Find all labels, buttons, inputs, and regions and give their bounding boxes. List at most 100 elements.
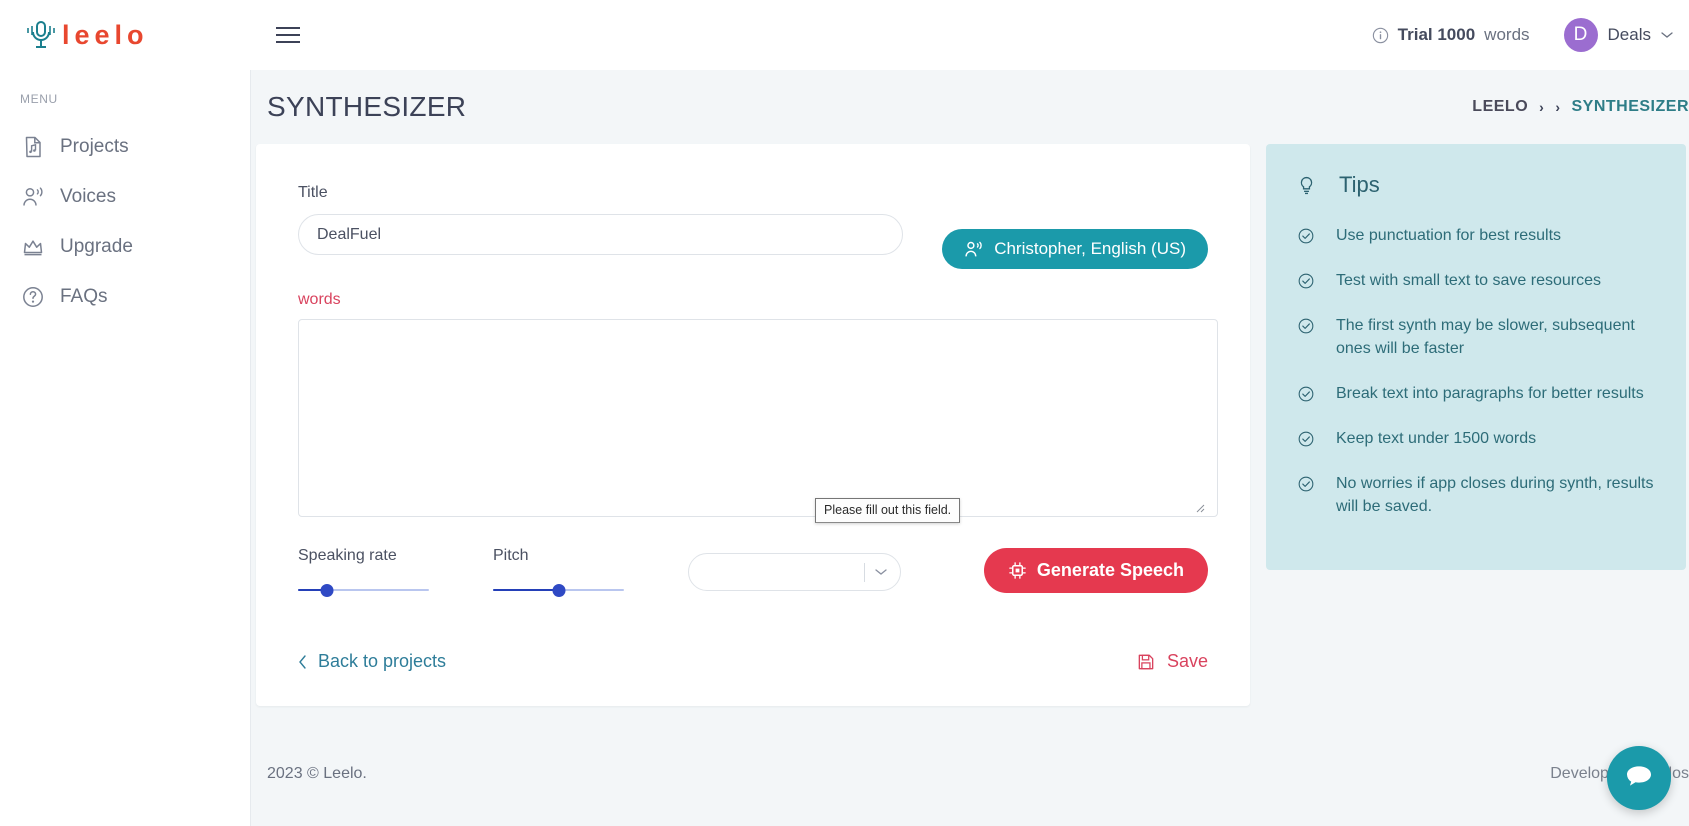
logo[interactable]: leelo	[0, 0, 250, 70]
tip-item: Keep text under 1500 words	[1292, 427, 1660, 450]
chevron-left-icon	[299, 654, 306, 669]
hamburger-menu-icon[interactable]	[266, 13, 310, 57]
words-label: words	[298, 291, 341, 308]
chip-icon	[1009, 562, 1026, 579]
breadcrumb-separator-icon: ›	[1555, 99, 1561, 115]
crown-icon	[23, 240, 43, 256]
page-footer: 2023 © Leelo. Developed by …los	[250, 722, 1689, 826]
chat-bubble-button[interactable]	[1607, 746, 1671, 810]
tip-item: The first synth may be slower, subsequen…	[1292, 314, 1660, 360]
back-to-projects-label: Back to projects	[318, 651, 447, 671]
slider-thumb[interactable]	[320, 584, 334, 597]
sidebar-item-label: Upgrade	[60, 236, 133, 257]
save-icon	[1138, 654, 1154, 669]
tips-header: Tips	[1292, 172, 1660, 198]
check-circle-icon	[1298, 228, 1314, 244]
sidebar-item-upgrade[interactable]: Upgrade	[0, 222, 250, 272]
content-row: Title Christopher, English (US) words	[251, 144, 1689, 706]
page-header: SYNTHESIZER LEELO › › SYNTHESIZER	[251, 70, 1689, 144]
speaking-rate-slider[interactable]	[298, 584, 429, 597]
breadcrumb-root[interactable]: LEELO	[1472, 98, 1528, 116]
slider-thumb[interactable]	[552, 584, 565, 597]
check-circle-icon	[1298, 476, 1314, 492]
pitch-control: Pitch	[493, 547, 624, 597]
footer-copyright: 2023 © Leelo.	[267, 765, 367, 782]
generate-speech-button[interactable]: Generate Speech	[983, 548, 1208, 593]
person-voice-icon	[965, 241, 982, 256]
tip-text: Use punctuation for best results	[1336, 227, 1562, 244]
hamburger-bar	[276, 34, 300, 36]
tip-text: The first synth may be slower, subsequen…	[1336, 317, 1635, 357]
lightbulb-icon	[1300, 176, 1313, 194]
pitch-label: Pitch	[493, 547, 529, 564]
chevron-down-icon[interactable]	[875, 568, 887, 576]
check-circle-icon	[1298, 273, 1314, 289]
validation-tooltip: Please fill out this field.	[815, 498, 961, 523]
sidebar: MENU Projects Voices Upgrade FAQs	[0, 70, 250, 826]
tips-panel: Tips Use punctuation for best results Te…	[1266, 144, 1686, 570]
chat-bubble-icon	[1627, 766, 1651, 786]
hamburger-bar	[276, 27, 300, 29]
voice-select-button[interactable]: Christopher, English (US)	[942, 229, 1208, 269]
title-input[interactable]	[298, 214, 903, 255]
tip-text: Test with small text to save resources	[1336, 272, 1601, 289]
person-voice-icon	[23, 187, 43, 206]
tip-item: Test with small text to save resources	[1292, 269, 1660, 292]
check-circle-icon	[1298, 431, 1314, 447]
tip-item: Break text into paragraphs for better re…	[1292, 382, 1660, 405]
check-circle-icon	[1298, 386, 1314, 402]
page-title: SYNTHESIZER	[267, 91, 467, 122]
info-circle-icon	[1372, 27, 1388, 43]
profile-menu[interactable]: D Deals	[1563, 18, 1673, 52]
avatar: D	[1563, 18, 1598, 52]
sidebar-item-label: Projects	[60, 136, 129, 157]
logo-text: leelo	[62, 19, 149, 50]
file-music-icon	[25, 136, 41, 158]
title-label: Title	[298, 184, 328, 201]
trial-status[interactable]: Trial 1000 words	[1372, 25, 1530, 45]
sidebar-section-label: MENU	[20, 92, 58, 106]
language-select[interactable]	[688, 553, 901, 591]
save-button[interactable]: Save	[1137, 651, 1208, 672]
breadcrumb-separator-icon: ›	[1539, 99, 1545, 115]
select-divider	[864, 562, 865, 582]
slider-fill	[493, 589, 559, 591]
chevron-down-icon	[1661, 32, 1673, 38]
trial-unit-label: words	[1484, 25, 1530, 44]
speaking-rate-label: Speaking rate	[298, 547, 397, 564]
tip-item: No worries if app closes during synth, r…	[1292, 472, 1660, 518]
voice-select-label: Christopher, English (US)	[994, 239, 1186, 258]
synthesizer-card: Title Christopher, English (US) words	[256, 144, 1250, 706]
textarea-wrapper: Please fill out this field.	[298, 319, 1218, 523]
sidebar-item-faqs[interactable]: FAQs	[0, 272, 250, 322]
main-content: SYNTHESIZER LEELO › › SYNTHESIZER Title	[250, 70, 1689, 826]
back-to-projects-link[interactable]: Back to projects	[298, 651, 446, 672]
tip-text: No worries if app closes during synth, r…	[1336, 475, 1654, 515]
generate-speech-label: Generate Speech	[1036, 560, 1184, 580]
sidebar-item-label: Voices	[60, 186, 116, 207]
sidebar-item-label: FAQs	[60, 286, 108, 307]
save-label: Save	[1166, 651, 1208, 671]
check-circle-icon	[1298, 318, 1314, 334]
pitch-slider[interactable]	[493, 584, 624, 597]
app-root: leelo Trial 1000 words D Deals MENU Proj…	[0, 0, 1689, 826]
tip-item: Use punctuation for best results	[1292, 224, 1660, 247]
sidebar-item-voices[interactable]: Voices	[0, 172, 250, 222]
tip-text: Break text into paragraphs for better re…	[1336, 385, 1644, 402]
trial-plan-label: Trial 1000	[1397, 25, 1476, 44]
top-bar-right: Trial 1000 words D Deals	[1372, 18, 1689, 52]
card-footer: Back to projects Save	[298, 651, 1208, 672]
breadcrumb: LEELO › › SYNTHESIZER	[1472, 98, 1689, 116]
breadcrumb-current: SYNTHESIZER	[1571, 98, 1689, 115]
tip-text: Keep text under 1500 words	[1336, 430, 1537, 447]
profile-name: Deals	[1607, 25, 1651, 44]
voice-controls: Speaking rate Pitch Generate Speech	[298, 547, 1208, 597]
synthesizer-text-input[interactable]	[298, 319, 1218, 517]
tips-title: Tips	[1339, 172, 1380, 197]
hamburger-bar	[276, 41, 300, 43]
microphone-icon	[27, 21, 55, 48]
title-row: Christopher, English (US)	[298, 214, 1208, 269]
sidebar-item-projects[interactable]: Projects	[0, 122, 250, 172]
speaking-rate-control: Speaking rate	[298, 547, 429, 597]
top-bar: leelo Trial 1000 words D Deals	[0, 0, 1689, 70]
